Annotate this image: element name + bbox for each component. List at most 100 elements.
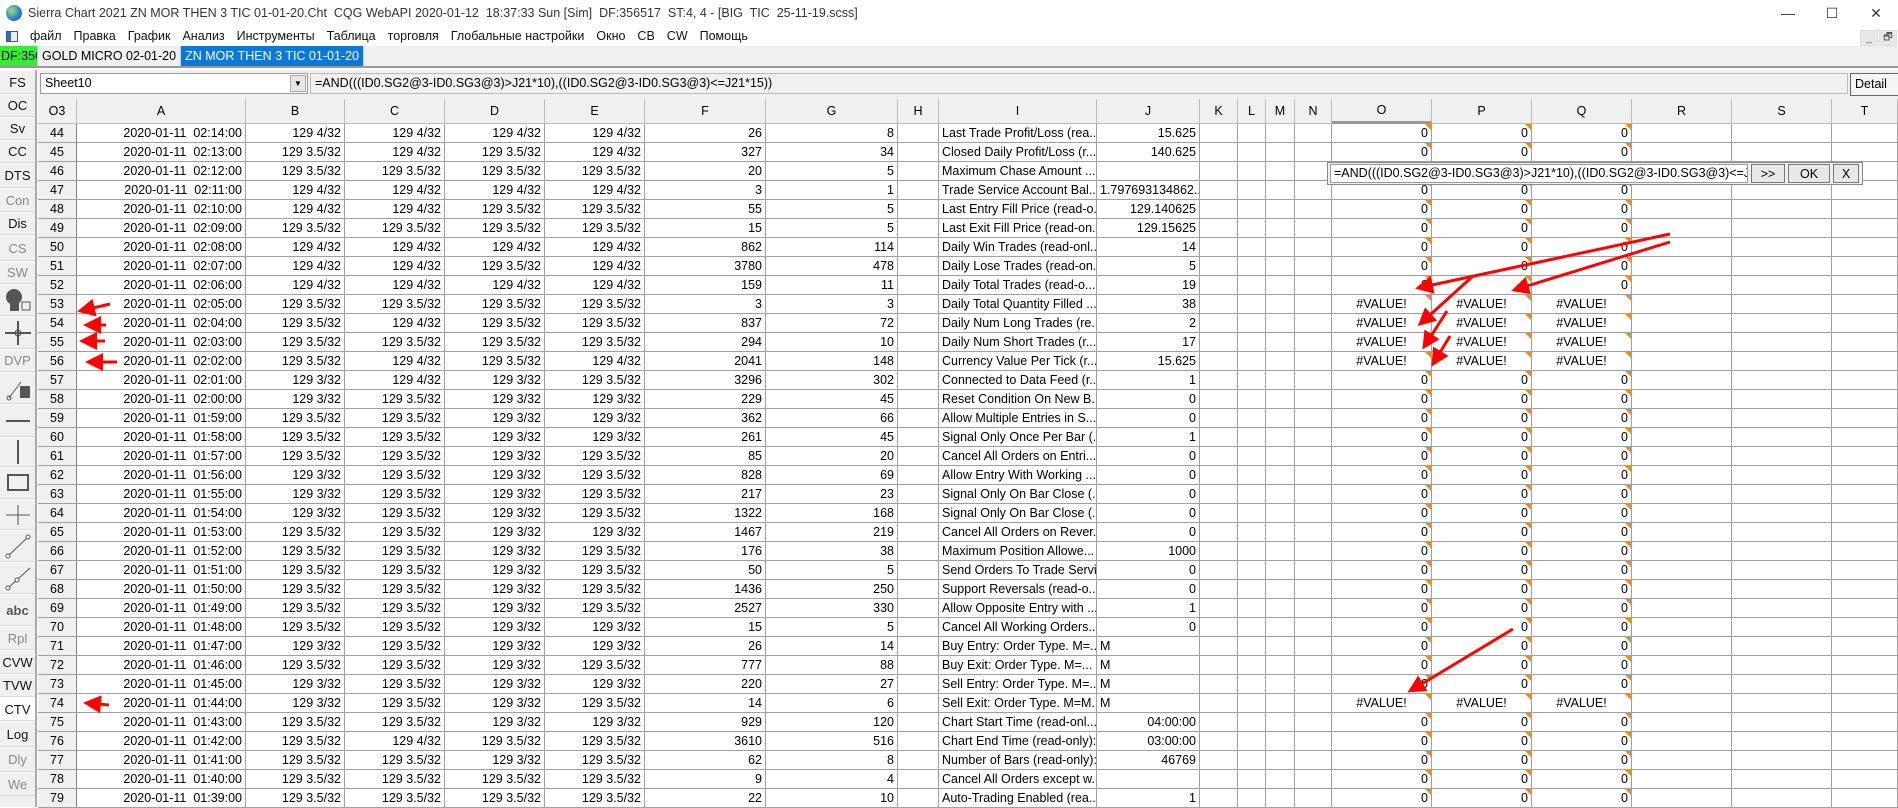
cell-k[interactable] xyxy=(1200,238,1238,257)
cell-a[interactable]: 2020-01-11 01:53:00 xyxy=(77,523,246,542)
cell-c[interactable]: 129 4/32 xyxy=(345,732,445,751)
cell-c[interactable]: 129 3.5/32 xyxy=(345,219,445,238)
cell-h[interactable] xyxy=(898,751,939,770)
cell-t[interactable] xyxy=(1832,504,1898,523)
cell-h[interactable] xyxy=(898,352,939,371)
ray-icon[interactable] xyxy=(0,562,35,594)
cell-j[interactable]: M xyxy=(1097,675,1200,694)
menu-item[interactable]: Помощь xyxy=(694,29,754,43)
cell-q[interactable]: 0 xyxy=(1532,599,1632,618)
cell-n[interactable] xyxy=(1295,637,1332,656)
cell-q[interactable]: 0 xyxy=(1532,466,1632,485)
cell-j[interactable]: 1 xyxy=(1097,371,1200,390)
menu-item[interactable]: файл xyxy=(24,29,68,43)
cell-k[interactable] xyxy=(1200,257,1238,276)
row-header[interactable]: 61 xyxy=(38,447,77,466)
cell-o[interactable]: 0 xyxy=(1332,409,1432,428)
cell-m[interactable] xyxy=(1266,295,1295,314)
toolbar-button-con[interactable]: Con xyxy=(0,188,35,212)
cell-s[interactable] xyxy=(1732,143,1832,162)
cell-e[interactable]: 129 3/32 xyxy=(545,390,645,409)
cell-e[interactable]: 129 3.5/32 xyxy=(545,504,645,523)
cell-a[interactable]: 2020-01-11 01:51:00 xyxy=(77,561,246,580)
cell-r[interactable] xyxy=(1632,466,1732,485)
cell-p[interactable]: 0 xyxy=(1432,200,1532,219)
cell-k[interactable] xyxy=(1200,447,1238,466)
cell-c[interactable]: 129 3.5/32 xyxy=(345,162,445,181)
cell-l[interactable] xyxy=(1238,200,1266,219)
cell-k[interactable] xyxy=(1200,789,1238,808)
cell-o[interactable]: 0 xyxy=(1332,789,1432,808)
cell-m[interactable] xyxy=(1266,219,1295,238)
cell-h[interactable] xyxy=(898,485,939,504)
cell-q[interactable]: 0 xyxy=(1532,732,1632,751)
cell-e[interactable]: 129 3.5/32 xyxy=(545,219,645,238)
cell-j[interactable]: 38 xyxy=(1097,295,1200,314)
row-header[interactable]: 73 xyxy=(38,675,77,694)
cell-j[interactable]: 14 xyxy=(1097,238,1200,257)
cell-c[interactable]: 129 4/32 xyxy=(345,314,445,333)
cell-g[interactable]: 69 xyxy=(766,466,898,485)
cell-h[interactable] xyxy=(898,580,939,599)
cell-m[interactable] xyxy=(1266,238,1295,257)
cell-p[interactable]: 0 xyxy=(1432,371,1532,390)
cell-g[interactable]: 72 xyxy=(766,314,898,333)
cell-m[interactable] xyxy=(1266,447,1295,466)
column-header-h[interactable]: H xyxy=(898,99,939,124)
row-header[interactable]: 52 xyxy=(38,276,77,295)
cell-o[interactable]: 0 xyxy=(1332,504,1432,523)
cell-n[interactable] xyxy=(1295,789,1332,808)
cell-q[interactable]: 0 xyxy=(1532,523,1632,542)
cell-s[interactable] xyxy=(1732,447,1832,466)
cell-k[interactable] xyxy=(1200,542,1238,561)
cell-s[interactable] xyxy=(1732,580,1832,599)
cell-m[interactable] xyxy=(1266,580,1295,599)
cell-h[interactable] xyxy=(898,732,939,751)
cell-r[interactable] xyxy=(1632,523,1732,542)
column-header-d[interactable]: D xyxy=(445,99,545,124)
cell-b[interactable]: 129 3.5/32 xyxy=(246,333,345,352)
cell-h[interactable] xyxy=(898,713,939,732)
detail-button[interactable]: Detail xyxy=(1850,73,1898,96)
cell-k[interactable] xyxy=(1200,200,1238,219)
cell-g[interactable]: 478 xyxy=(766,257,898,276)
cell-e[interactable]: 129 4/32 xyxy=(545,181,645,200)
cell-j[interactable]: 15.625 xyxy=(1097,352,1200,371)
cell-e[interactable]: 129 3.5/32 xyxy=(545,694,645,713)
cell-t[interactable] xyxy=(1832,238,1898,257)
cell-l[interactable] xyxy=(1238,143,1266,162)
cell-s[interactable] xyxy=(1732,333,1832,352)
cell-r[interactable] xyxy=(1632,713,1732,732)
cell-s[interactable] xyxy=(1732,466,1832,485)
cell-i[interactable]: Chart End Time (read-only): xyxy=(939,732,1097,751)
cell-n[interactable] xyxy=(1295,485,1332,504)
cell-n[interactable] xyxy=(1295,504,1332,523)
column-header-s[interactable]: S xyxy=(1732,99,1832,124)
cell-g[interactable]: 8 xyxy=(766,124,898,143)
cell-f[interactable]: 55 xyxy=(645,200,766,219)
cell-j[interactable]: 0 xyxy=(1097,504,1200,523)
cell-t[interactable] xyxy=(1832,656,1898,675)
cell-l[interactable] xyxy=(1238,295,1266,314)
cell-a[interactable]: 2020-01-11 02:02:00 xyxy=(77,352,246,371)
cell-r[interactable] xyxy=(1632,485,1732,504)
cell-i[interactable]: Cancel All Orders on Entri... xyxy=(939,447,1097,466)
cell-a[interactable]: 2020-01-11 02:09:00 xyxy=(77,219,246,238)
column-header-i[interactable]: I xyxy=(939,99,1097,124)
column-header-l[interactable]: L xyxy=(1238,99,1266,124)
cell-t[interactable] xyxy=(1832,333,1898,352)
cell-s[interactable] xyxy=(1732,276,1832,295)
cell-f[interactable]: 15 xyxy=(645,618,766,637)
cell-m[interactable] xyxy=(1266,124,1295,143)
cell-m[interactable] xyxy=(1266,675,1295,694)
cell-b[interactable]: 129 3.5/32 xyxy=(246,580,345,599)
cell-d[interactable]: 129 3/32 xyxy=(445,542,545,561)
cell-e[interactable]: 129 3/32 xyxy=(545,409,645,428)
cell-j[interactable]: 1.797693134862... xyxy=(1097,181,1200,200)
cell-p[interactable]: 0 xyxy=(1432,485,1532,504)
row-header[interactable]: 66 xyxy=(38,542,77,561)
cell-o[interactable]: 0 xyxy=(1332,599,1432,618)
cell-n[interactable] xyxy=(1295,295,1332,314)
cell-p[interactable]: 0 xyxy=(1432,561,1532,580)
cell-e[interactable]: 129 3.5/32 xyxy=(545,162,645,181)
